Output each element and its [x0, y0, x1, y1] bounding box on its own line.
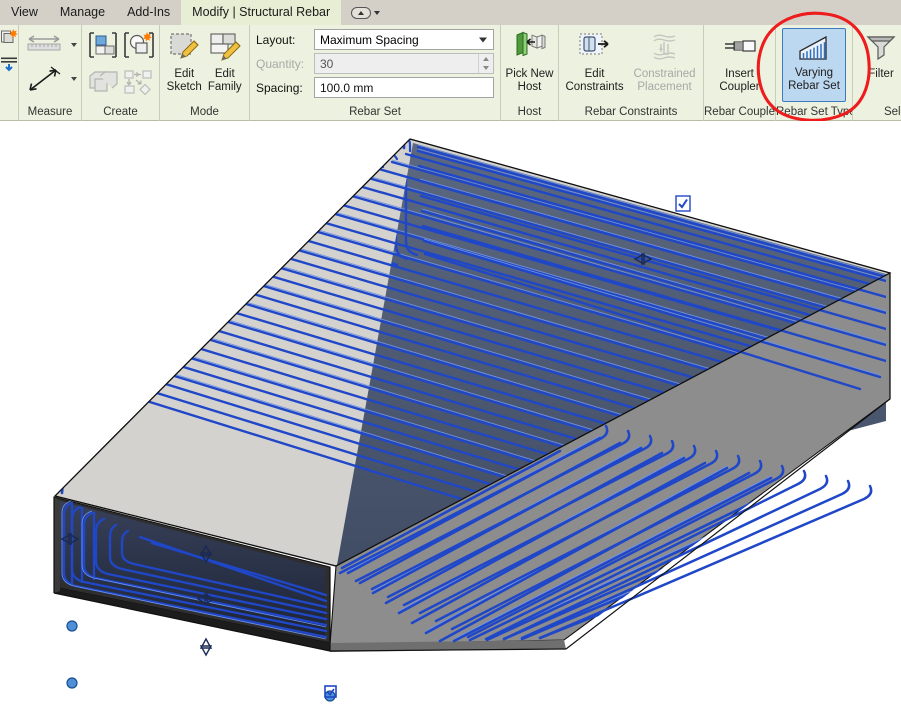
tab-modify-structural-rebar[interactable]: Modify | Structural Rebar [181, 0, 342, 25]
constrained-placement-label-2: Placement [637, 81, 692, 93]
panel-title-host: Host [517, 106, 542, 118]
rebar-set-form: Layout: Maximum Spacing Quantity: 30 Spa… [250, 25, 500, 98]
ribbon: Measure Create Edit Sketch Edit Family M… [0, 25, 901, 121]
panel-title-measure: Measure [27, 106, 73, 118]
pick-new-host-button[interactable]: Pick New Host [505, 28, 554, 100]
edit-constraints-button[interactable]: Edit Constraints [563, 28, 626, 100]
panel-title-select: Sele [883, 106, 901, 118]
panel-title-mode: Mode [190, 106, 219, 118]
panel-rebar-set: Layout: Maximum Spacing Quantity: 30 Spa… [250, 25, 501, 121]
chevron-down-icon[interactable] [71, 77, 77, 81]
layout-combobox[interactable]: Maximum Spacing [314, 29, 494, 50]
spacing-value: 100.0 mm [320, 80, 374, 95]
grip-dot[interactable] [66, 620, 78, 632]
panel-title-rebar-set: Rebar Set [349, 106, 401, 118]
panel-select: Filter Sele [853, 25, 901, 121]
panel-rebar-constraints: Edit Constraints Constrained Placement R… [559, 25, 704, 121]
ribbon-display-options[interactable] [341, 0, 390, 25]
flip-arrow[interactable] [199, 637, 213, 657]
edit-family-icon [208, 31, 242, 65]
insert-coupler-label-2: Coupler [719, 81, 760, 93]
panel-title-rebar-coupler: Rebar Coupler [704, 106, 775, 118]
panel-measure: Measure [19, 25, 82, 121]
filter-funnel-icon [864, 31, 898, 65]
create-similar-icon[interactable] [86, 28, 120, 67]
pick-new-host-label-2: Host [517, 81, 542, 93]
varying-rebar-set-button[interactable]: Varying Rebar Set [782, 28, 846, 102]
create-assembly-icon [122, 68, 156, 101]
revit-window: View Manage Add-Ins Modify | Structural … [0, 0, 901, 704]
panel-host: Pick New Host Host [501, 25, 559, 121]
pick-new-host-label-1: Pick New [505, 68, 554, 80]
quantity-row: Quantity: 30 [256, 53, 494, 74]
align-bottom-icon[interactable] [0, 55, 18, 78]
panel-rebar-coupler: Insert Coupler Rebar Coupler [704, 25, 776, 121]
quantity-label: Quantity: [256, 56, 305, 71]
panel-title-rebar-constraints: Rebar Constraints [584, 106, 678, 118]
edit-sketch-button[interactable]: Edit Sketch [164, 28, 205, 100]
edit-constraints-label-1: Edit [584, 68, 605, 80]
layout-row: Layout: Maximum Spacing [256, 29, 494, 50]
layout-value: Maximum Spacing [320, 32, 419, 47]
edit-constraints-icon [578, 31, 612, 65]
grip-dot[interactable] [324, 690, 336, 702]
tab-manage[interactable]: Manage [49, 0, 116, 25]
edit-sketch-label-1: Edit [174, 68, 195, 80]
edit-sketch-label-2: Sketch [166, 81, 202, 93]
grip-dot[interactable] [66, 677, 78, 689]
constrained-placement-label-1: Constrained [633, 68, 696, 80]
quantity-stepper[interactable]: 30 [314, 53, 494, 74]
chevron-down-icon[interactable] [71, 43, 77, 47]
insert-coupler-button[interactable]: Insert Coupler [713, 28, 767, 100]
panel-mode: Edit Sketch Edit Family Mode [160, 25, 250, 121]
panel-title-create: Create [103, 106, 138, 118]
measure-between-references-button[interactable] [23, 63, 77, 95]
tab-view[interactable]: View [0, 0, 49, 25]
create-group-icon [86, 68, 120, 101]
chevron-down-icon[interactable] [374, 10, 381, 15]
panel-create: Create [82, 25, 160, 121]
spinner-down-icon[interactable] [483, 66, 489, 71]
constrained-placement-icon [648, 31, 682, 65]
insert-coupler-label-1: Insert [725, 68, 754, 80]
ribbon-tab-bar: View Manage Add-Ins Modify | Structural … [0, 0, 901, 25]
edit-constraints-label-2: Constraints [565, 81, 624, 93]
load-family-icon[interactable] [0, 28, 18, 51]
measure-distance-button[interactable] [23, 29, 77, 61]
measure-between-refs-icon [23, 64, 69, 94]
panel-title-rebar-set-type: Rebar Set Type [776, 106, 852, 118]
layout-label: Layout: [256, 32, 296, 47]
panel-rebar-set-type: Varying Rebar Set Rebar Set Type [776, 25, 853, 121]
varying-rebar-set-label-2: Rebar Set [788, 80, 840, 92]
spacing-row: Spacing: 100.0 mm [256, 77, 494, 98]
quick-access-column [0, 25, 19, 121]
edit-sketch-icon [167, 31, 201, 65]
varying-rebar-set-icon [796, 32, 832, 64]
quantity-spinner-arrows[interactable] [478, 54, 493, 73]
measure-distance-icon [23, 31, 69, 59]
quantity-value: 30 [320, 56, 334, 71]
edit-family-label-2: Family [207, 81, 242, 93]
edit-family-button[interactable]: Edit Family [205, 28, 246, 100]
filter-label: Filter [868, 68, 894, 80]
chevron-down-icon[interactable] [479, 37, 487, 42]
varying-rebar-set-label-1: Varying [794, 67, 834, 79]
model-canvas-svg[interactable] [0, 121, 901, 704]
tab-add-ins[interactable]: Add-Ins [116, 0, 181, 25]
constrained-placement-button: Constrained Placement [630, 28, 699, 100]
spinner-up-icon[interactable] [483, 56, 489, 61]
panel-collapse-oval-icon[interactable] [351, 6, 372, 19]
filter-button[interactable]: Filter [857, 28, 901, 100]
create-part-icon[interactable] [122, 28, 156, 67]
pick-new-host-icon [513, 31, 547, 65]
3d-model-view[interactable] [0, 121, 901, 704]
edit-family-label-1: Edit [214, 68, 235, 80]
flip-control-checkbox[interactable] [675, 195, 691, 212]
spacing-input[interactable]: 100.0 mm [314, 77, 494, 98]
insert-coupler-icon [723, 31, 757, 65]
spacing-label: Spacing: [256, 80, 303, 95]
